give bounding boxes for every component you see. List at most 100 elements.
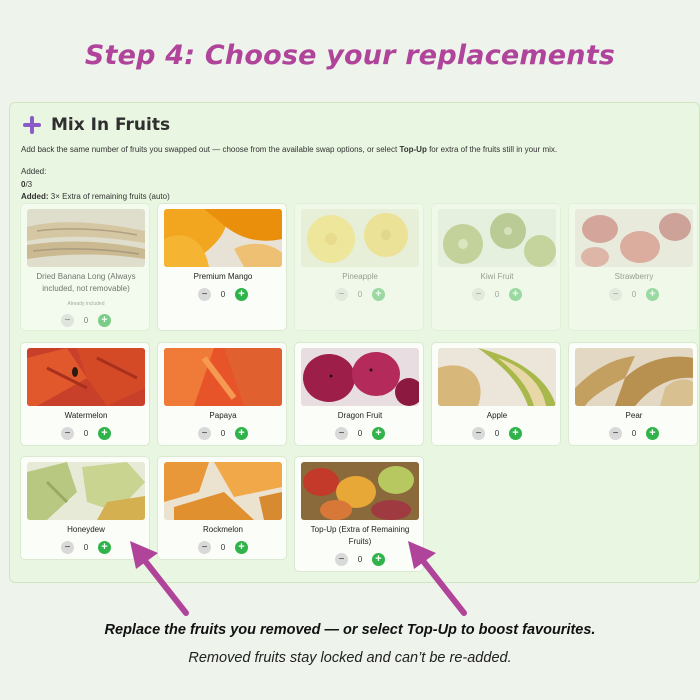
quantity-value: 0 — [494, 429, 500, 438]
fruit-card-strawberry: Strawberry − 0 + — [568, 203, 698, 331]
quantity-stepper: − 0 + — [569, 427, 699, 440]
arrow-to-honeydew-icon — [130, 541, 189, 616]
watermelon-photo — [27, 348, 145, 406]
increment-button[interactable]: + — [646, 288, 659, 301]
fruit-name: Kiwi Fruit — [480, 272, 514, 281]
quantity-value: 0 — [357, 290, 363, 299]
quantity-value: 0 — [83, 316, 89, 325]
decrement-button[interactable]: − — [61, 541, 74, 554]
decrement-button[interactable]: − — [609, 288, 622, 301]
decrement-button[interactable]: − — [198, 427, 211, 440]
fruit-card-kiwi: Kiwi Fruit − 0 + — [431, 203, 561, 331]
increment-button[interactable]: + — [98, 427, 111, 440]
fruit-name: Dried Banana Long (Always included, not … — [36, 272, 136, 293]
fruit-card-watermelon[interactable]: Watermelon − 0 + — [20, 342, 150, 446]
quantity-value: 0 — [83, 429, 89, 438]
increment-button[interactable]: + — [509, 288, 522, 301]
decrement-button[interactable]: − — [609, 427, 622, 440]
fruit-card-banana: Dried Banana Long (Always included, not … — [20, 203, 150, 331]
honeydew-photo — [27, 462, 145, 520]
increment-button[interactable]: + — [235, 541, 248, 554]
fruit-name: Watermelon — [64, 411, 108, 420]
decrement-button[interactable]: − — [61, 427, 74, 440]
decrement-button[interactable]: − — [335, 427, 348, 440]
decrement-button[interactable]: − — [61, 314, 74, 327]
page-heading: Step 4: Choose your replacements — [84, 40, 616, 71]
rockmelon-photo — [164, 462, 282, 520]
pear-photo — [575, 348, 693, 406]
increment-button[interactable]: + — [372, 553, 385, 566]
fruit-name: Strawberry — [614, 272, 654, 281]
already-included-note: Already included — [67, 301, 105, 307]
added-summary-value: 3× Extra of remaining fruits (auto) — [48, 192, 170, 201]
fruit-card-pineapple: Pineapple − 0 + — [294, 203, 424, 331]
decrement-button[interactable]: − — [335, 553, 348, 566]
increment-button[interactable]: + — [235, 427, 248, 440]
description-bold-topup: Top-Up — [399, 145, 427, 154]
quantity-stepper: − 0 + — [21, 314, 151, 327]
papaya-photo — [164, 348, 282, 406]
fruit-name: Premium Mango — [193, 272, 253, 281]
added-count: 0/3 — [21, 180, 32, 189]
arrow-to-top-up-icon — [408, 541, 467, 616]
decrement-button[interactable]: − — [335, 288, 348, 301]
quantity-stepper: − 0 + — [158, 427, 288, 440]
panel-description: Add back the same number of fruits you s… — [21, 145, 691, 154]
mango-photo — [164, 209, 282, 267]
description-text-1: Add back the same number of fruits you s… — [21, 145, 400, 154]
decrement-button[interactable]: − — [472, 427, 485, 440]
fruit-card-mango[interactable]: Premium Mango − 0 + — [157, 203, 287, 331]
pineapple-photo — [301, 209, 419, 267]
increment-button[interactable]: + — [235, 288, 248, 301]
kiwi-photo — [438, 209, 556, 267]
quantity-value: 0 — [220, 429, 226, 438]
description-text-2: for extra of the fruits still in your mi… — [426, 145, 558, 154]
fruit-name: Apple — [486, 411, 508, 420]
fruit-card-pear[interactable]: Pear − 0 + — [568, 342, 698, 446]
quantity-stepper: − 0 + — [295, 427, 425, 440]
quantity-stepper: − 0 + — [21, 427, 151, 440]
increment-button[interactable]: + — [646, 427, 659, 440]
quantity-value: 0 — [220, 543, 226, 552]
fruit-card-papaya[interactable]: Papaya − 0 + — [157, 342, 287, 446]
quantity-stepper: − 0 + — [569, 288, 699, 301]
increment-button[interactable]: + — [98, 314, 111, 327]
increment-button[interactable]: + — [98, 541, 111, 554]
fruit-name: Dragon Fruit — [337, 411, 383, 420]
fruit-name: Pear — [625, 411, 643, 420]
quantity-value: 0 — [631, 429, 637, 438]
quantity-value: 0 — [357, 429, 363, 438]
fruit-name: Papaya — [209, 411, 237, 420]
quantity-stepper: − 0 + — [295, 288, 425, 301]
added-summary: Added: 3× Extra of remaining fruits (aut… — [21, 192, 170, 201]
increment-button[interactable]: + — [372, 427, 385, 440]
banana-photo — [27, 209, 145, 267]
quantity-value: 0 — [220, 290, 226, 299]
panel-header: Mix In Fruits — [22, 115, 170, 135]
quantity-value: 0 — [494, 290, 500, 299]
fruit-card-apple[interactable]: Apple − 0 + — [431, 342, 561, 446]
footer-note: Removed fruits stay locked and can’t be … — [188, 650, 512, 666]
quantity-value: 0 — [357, 555, 363, 564]
quantity-stepper: − 0 + — [432, 288, 562, 301]
panel-title: Mix In Fruits — [51, 115, 171, 135]
strawberry-photo — [575, 209, 693, 267]
increment-button[interactable]: + — [509, 427, 522, 440]
footer-instruction: Replace the fruits you removed — or sele… — [104, 622, 596, 638]
quantity-stepper: − 0 + — [432, 427, 562, 440]
decrement-button[interactable]: − — [472, 288, 485, 301]
fruit-card-dragon-fruit[interactable]: Dragon Fruit − 0 + — [294, 342, 424, 446]
top-up-photo — [301, 462, 419, 520]
apple-photo — [438, 348, 556, 406]
added-label: Added: — [21, 167, 47, 176]
decrement-button[interactable]: − — [198, 288, 211, 301]
quantity-value: 0 — [631, 290, 637, 299]
quantity-value: 0 — [83, 543, 89, 552]
added-count-total: /3 — [25, 180, 33, 189]
dragon-fruit-photo — [301, 348, 419, 406]
added-summary-label: Added: — [21, 192, 49, 201]
increment-button[interactable]: + — [372, 288, 385, 301]
plus-icon — [22, 115, 42, 135]
quantity-stepper: − 0 + — [158, 288, 288, 301]
fruit-name: Pineapple — [342, 272, 378, 281]
